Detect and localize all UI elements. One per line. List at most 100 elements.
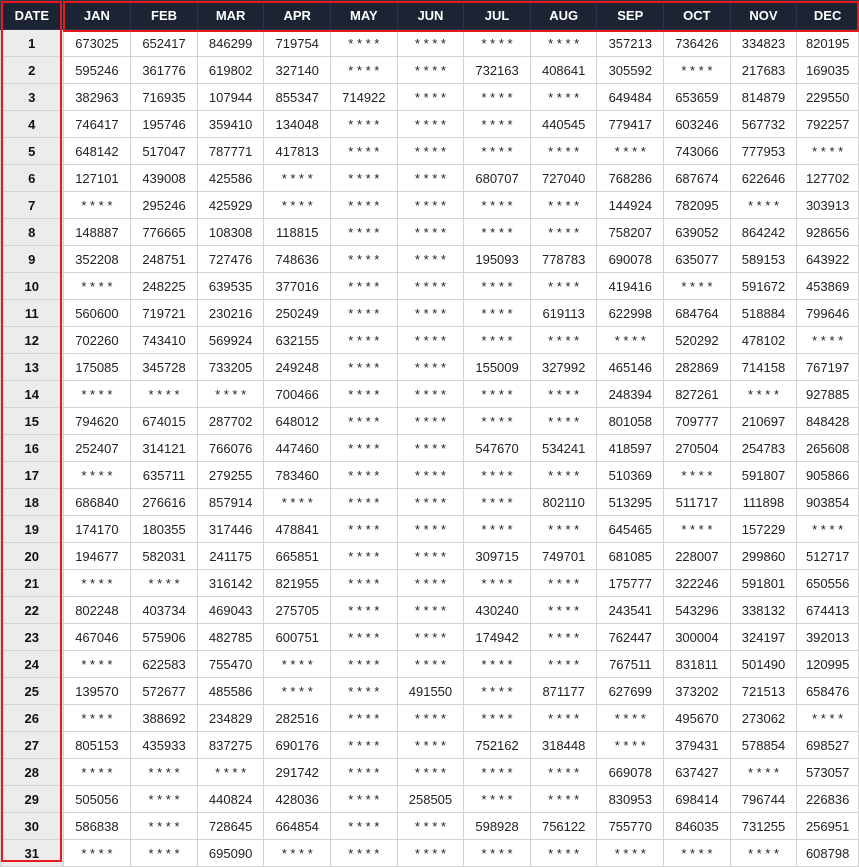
value-cell-aug: 727040: [529, 164, 598, 192]
value-cell-dec: 229550: [796, 83, 859, 111]
value-cell-jan: 673025: [62, 29, 132, 57]
value-cell-jun: * * * *: [396, 83, 465, 111]
value-cell-jun: 258505: [396, 785, 465, 813]
value-cell-oct: 684764: [663, 299, 731, 327]
value-cell-nov: * * * *: [729, 758, 798, 786]
value-cell-jun: * * * *: [396, 461, 465, 489]
value-cell-jul: * * * *: [463, 29, 531, 57]
value-cell-aug: 871177: [529, 677, 598, 705]
value-cell-jan: * * * *: [62, 758, 132, 786]
value-cell-jan: * * * *: [62, 839, 132, 867]
value-cell-sep: 243541: [596, 596, 665, 624]
value-cell-nov: 254783: [729, 434, 798, 462]
value-cell-sep: 144924: [596, 191, 665, 219]
value-cell-dec: 848428: [796, 407, 859, 435]
value-cell-may: * * * *: [330, 623, 398, 651]
value-cell-apr: 377016: [263, 272, 332, 300]
table-row: 2 595246 361776 619802 327140 * * * * * * * * 7…: [0, 56, 859, 84]
month-header-apr[interactable]: APR: [263, 0, 332, 30]
value-cell-jun: * * * *: [396, 542, 465, 570]
value-cell-nov: * * * *: [729, 839, 798, 867]
value-cell-apr: 700466: [263, 380, 332, 408]
value-cell-jan: 746417: [62, 110, 132, 138]
value-cell-aug: * * * *: [529, 623, 598, 651]
month-header-dec[interactable]: DEC: [796, 0, 859, 30]
value-cell-jul: 752162: [463, 731, 531, 759]
value-cell-dec: 453869: [796, 272, 859, 300]
value-cell-nov: * * * *: [729, 191, 798, 219]
month-header-aug[interactable]: AUG: [529, 0, 598, 30]
value-cell-nov: 273062: [729, 704, 798, 732]
value-cell-aug: * * * *: [529, 650, 598, 678]
value-cell-oct: * * * *: [663, 839, 731, 867]
value-cell-aug: * * * *: [529, 326, 598, 354]
table-row: 7 * * * * 295246 425929 * * * * * * * * * * * …: [0, 191, 859, 219]
value-cell-nov: 578854: [729, 731, 798, 759]
value-cell-mar: 846299: [196, 29, 265, 57]
value-cell-dec: * * * *: [796, 515, 859, 543]
value-cell-sep: 669078: [596, 758, 665, 786]
value-cell-jan: 467046: [62, 623, 132, 651]
value-cell-jun: * * * *: [396, 839, 465, 867]
value-cell-apr: * * * *: [263, 839, 332, 867]
value-cell-feb: 743410: [130, 326, 198, 354]
value-cell-may: * * * *: [330, 164, 398, 192]
value-cell-apr: 428036: [263, 785, 332, 813]
value-cell-aug: * * * *: [529, 407, 598, 435]
month-header-feb[interactable]: FEB: [130, 0, 198, 30]
value-cell-feb: 674015: [130, 407, 198, 435]
value-cell-dec: 658476: [796, 677, 859, 705]
value-cell-sep: * * * *: [596, 839, 665, 867]
value-cell-apr: 855347: [263, 83, 332, 111]
value-cell-may: * * * *: [330, 515, 398, 543]
value-cell-mar: 230216: [196, 299, 265, 327]
value-cell-mar: 241175: [196, 542, 265, 570]
value-cell-oct: 846035: [663, 812, 731, 840]
value-cell-oct: * * * *: [663, 515, 731, 543]
value-cell-jul: * * * *: [463, 461, 531, 489]
value-cell-apr: * * * *: [263, 488, 332, 516]
value-cell-jan: * * * *: [62, 461, 132, 489]
value-cell-jul: * * * *: [463, 758, 531, 786]
value-cell-feb: 295246: [130, 191, 198, 219]
month-header-jul[interactable]: JUL: [463, 0, 531, 30]
value-cell-mar: 857914: [196, 488, 265, 516]
value-cell-aug: 408641: [529, 56, 598, 84]
value-cell-jan: * * * *: [62, 650, 132, 678]
value-cell-jan: 252407: [62, 434, 132, 462]
value-cell-dec: 674413: [796, 596, 859, 624]
value-cell-jun: * * * *: [396, 326, 465, 354]
month-header-jan[interactable]: JAN: [62, 0, 132, 30]
table-row: 14 * * * * * * * * * * * * 700466 * * * * * * …: [0, 380, 859, 408]
table-row: 9 352208 248751 727476 748636 * * * * * * * * 1…: [0, 245, 859, 273]
date-column-header[interactable]: DATE: [0, 0, 64, 30]
month-header-mar[interactable]: MAR: [196, 0, 265, 30]
value-cell-sep: 248394: [596, 380, 665, 408]
date-cell: 15: [0, 407, 64, 435]
value-cell-nov: 796744: [729, 785, 798, 813]
value-cell-sep: 418597: [596, 434, 665, 462]
value-cell-jul: * * * *: [463, 299, 531, 327]
month-header-oct[interactable]: OCT: [663, 0, 731, 30]
month-header-nov[interactable]: NOV: [729, 0, 798, 30]
value-cell-jul: * * * *: [463, 272, 531, 300]
value-cell-apr: 417813: [263, 137, 332, 165]
value-cell-feb: 776665: [130, 218, 198, 246]
value-cell-jul: * * * *: [463, 380, 531, 408]
table-body: 1 673025 652417 846299 719754 * * * * * * * * *…: [0, 29, 859, 867]
value-cell-jan: * * * *: [62, 380, 132, 408]
month-header-jun[interactable]: JUN: [396, 0, 465, 30]
month-header-may[interactable]: MAY: [330, 0, 398, 30]
value-cell-nov: 217683: [729, 56, 798, 84]
value-cell-oct: 687674: [663, 164, 731, 192]
value-cell-mar: 619802: [196, 56, 265, 84]
value-cell-dec: 905866: [796, 461, 859, 489]
value-cell-mar: 639535: [196, 272, 265, 300]
value-cell-dec: 392013: [796, 623, 859, 651]
month-header-sep[interactable]: SEP: [596, 0, 665, 30]
value-cell-dec: 226836: [796, 785, 859, 813]
value-cell-jun: * * * *: [396, 758, 465, 786]
table-row: 18 686840 276616 857914 * * * * * * * * * * * …: [0, 488, 859, 516]
value-cell-mar: * * * *: [196, 758, 265, 786]
value-cell-jan: * * * *: [62, 704, 132, 732]
